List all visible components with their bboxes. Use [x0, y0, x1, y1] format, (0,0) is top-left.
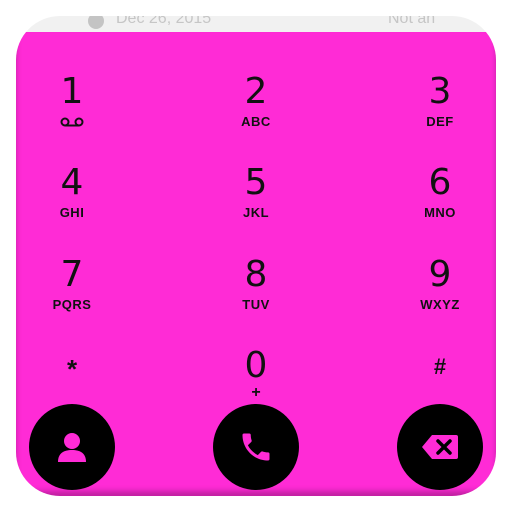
status-icon	[88, 16, 104, 29]
key-4[interactable]: 4 GHI	[16, 165, 132, 235]
key-letters: DEF	[426, 114, 454, 129]
key-digit: #	[433, 354, 447, 379]
key-5[interactable]: 5 JKL	[196, 165, 316, 235]
key-digit: 4	[60, 162, 84, 203]
key-digit: 0	[244, 345, 268, 386]
key-digit: 1	[60, 71, 84, 112]
key-2[interactable]: 2 ABC	[196, 74, 316, 144]
call-button[interactable]	[213, 404, 299, 490]
key-star[interactable]: *	[16, 339, 132, 409]
key-letters: GHI	[59, 205, 85, 220]
key-3[interactable]: 3 DEF	[380, 74, 496, 144]
key-hash[interactable]: #	[380, 337, 496, 407]
key-letters: PQRS	[52, 297, 92, 312]
key-letters: WXYZ	[420, 297, 460, 312]
key-digit: 6	[428, 162, 452, 203]
key-8[interactable]: 8 TUV	[196, 257, 316, 327]
key-digit: *	[66, 354, 78, 384]
key-digit: 9	[428, 254, 452, 295]
key-9[interactable]: 9 WXYZ	[380, 257, 496, 327]
person-icon	[58, 433, 86, 462]
key-letters: MNO	[424, 205, 456, 220]
app-icon: Dec 26, 2015 Not an 1 2 ABC 3 DEF 4 GHI …	[16, 16, 496, 496]
key-letters: ABC	[241, 114, 271, 129]
key-digit: 8	[244, 254, 268, 295]
status-text: Not an	[388, 16, 436, 27]
status-date: Dec 26, 2015	[116, 16, 212, 27]
backspace-icon	[422, 435, 458, 459]
delete-button[interactable]	[397, 404, 483, 490]
key-6[interactable]: 6 MNO	[380, 165, 496, 235]
key-digit: 3	[428, 71, 452, 112]
key-digit: 7	[60, 254, 84, 295]
key-digit: 2	[244, 71, 268, 112]
key-letters: +	[251, 384, 261, 401]
key-1[interactable]: 1	[16, 74, 132, 144]
voicemail-icon	[60, 117, 84, 127]
key-letters: TUV	[242, 297, 270, 312]
key-digit: 5	[244, 162, 268, 203]
key-letters: JKL	[242, 205, 270, 220]
phone-icon	[242, 433, 270, 461]
key-7[interactable]: 7 PQRS	[16, 257, 132, 327]
contacts-button[interactable]	[29, 404, 115, 490]
